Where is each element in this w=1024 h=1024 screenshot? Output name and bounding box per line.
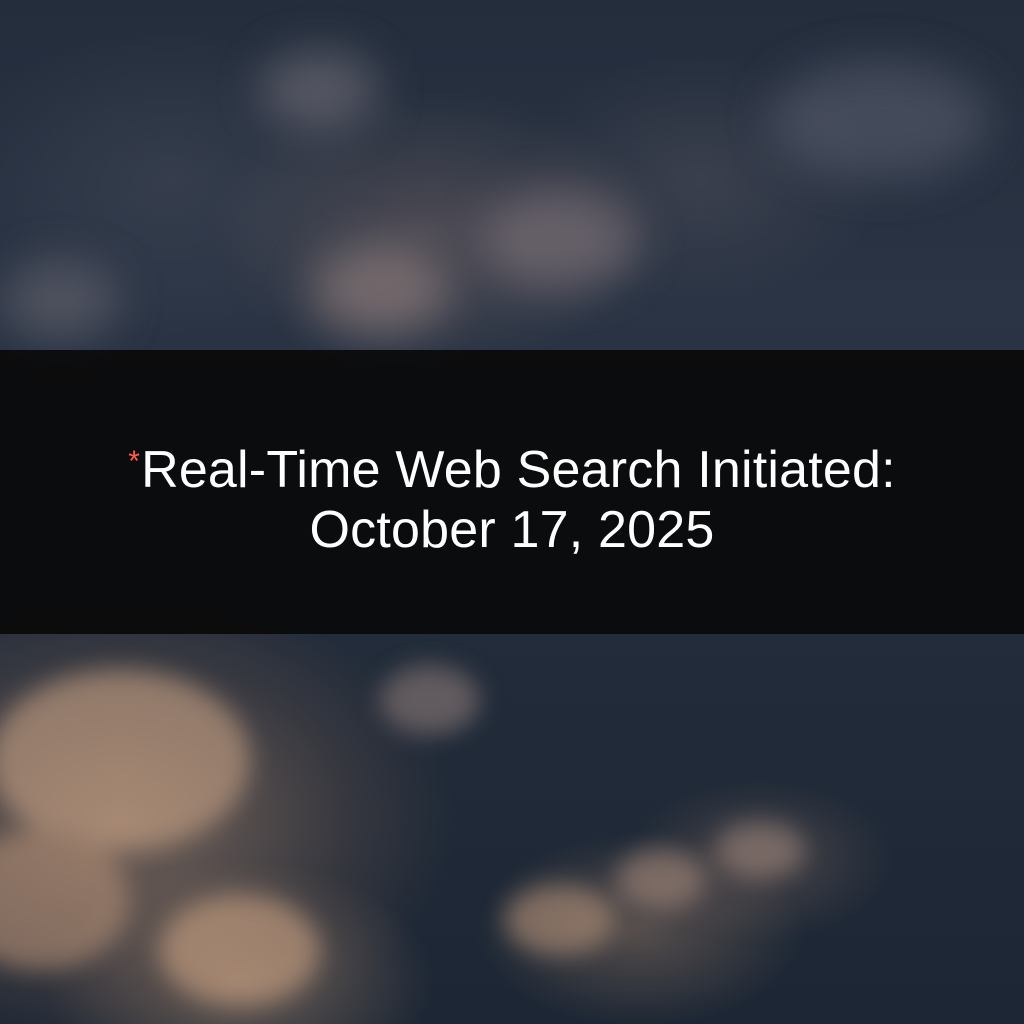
cloudy-sky-background: *Real-Time Web Search Initiated: October… <box>0 0 1024 1024</box>
banner-headline: *Real-Time Web Search Initiated: <box>0 432 1024 500</box>
headline-text: Real-Time Web Search Initiated: <box>141 441 896 499</box>
banner-date: October 17, 2025 <box>309 501 715 559</box>
asterisk-marker-icon: * <box>128 445 141 478</box>
